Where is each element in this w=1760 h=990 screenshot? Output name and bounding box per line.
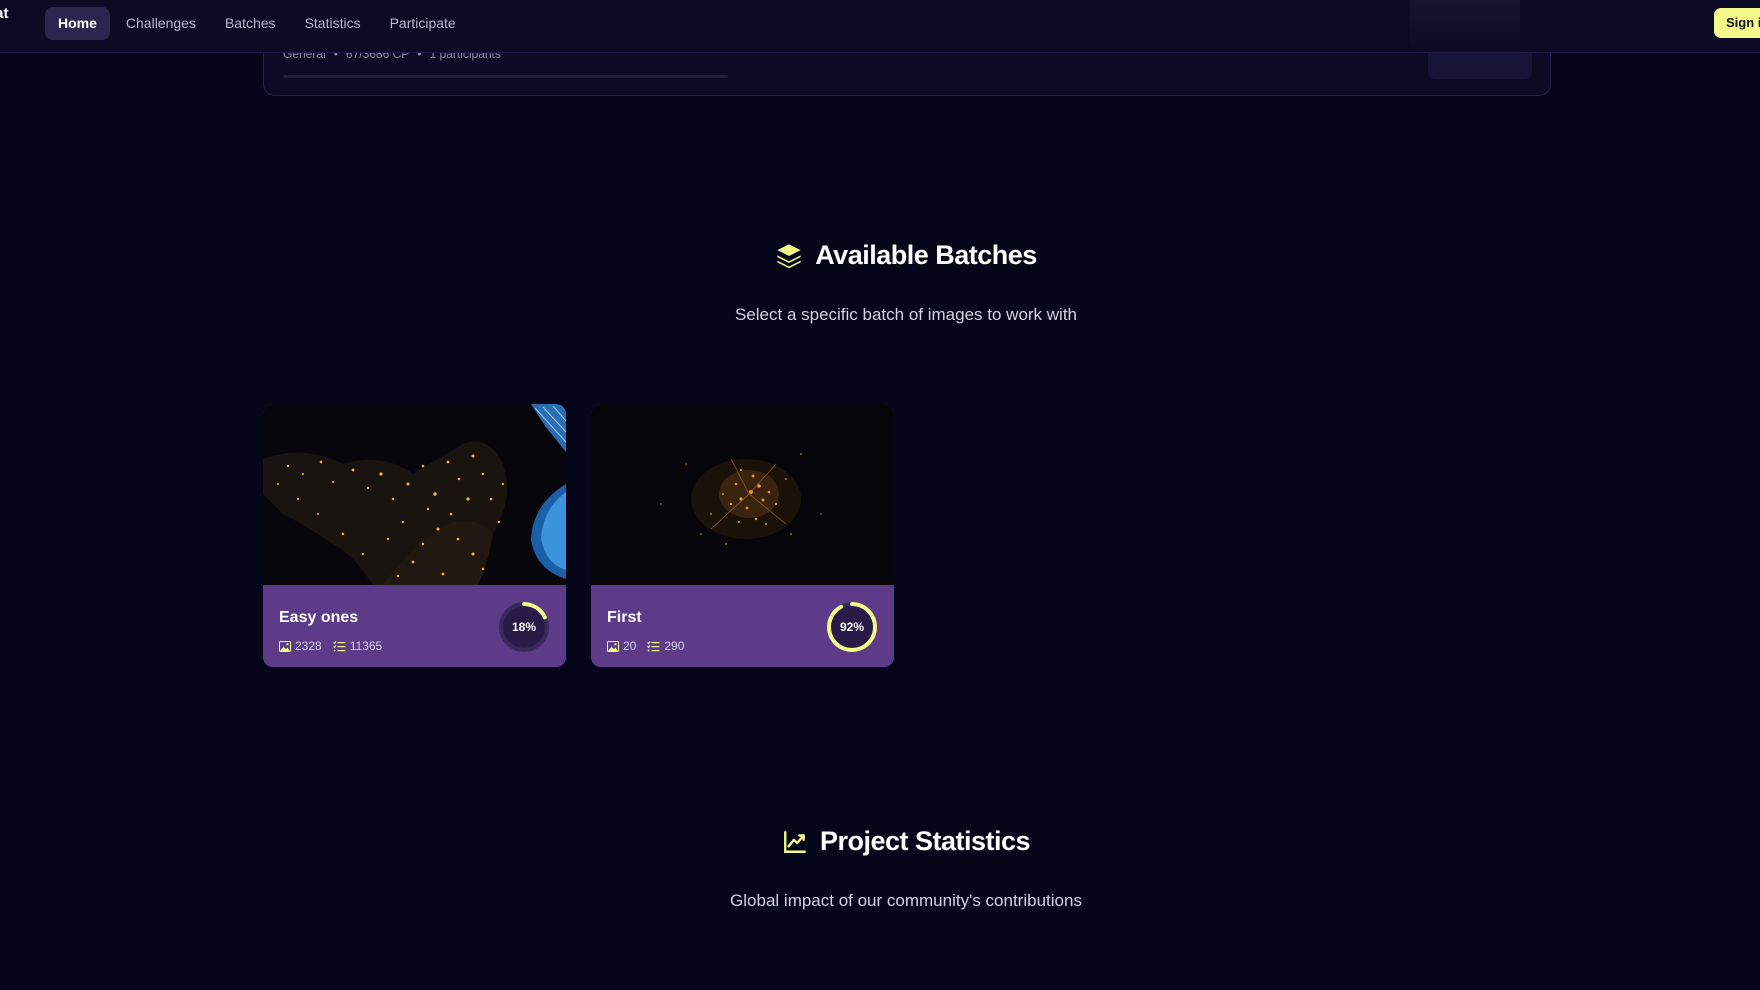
batch-card-first[interactable]: First 20 290 92% (591, 404, 894, 667)
nav-item-participate[interactable]: Participate (377, 7, 469, 40)
chart-line-icon (782, 829, 808, 855)
brand-logo-text[interactable]: t at nt (0, 6, 26, 38)
nav-menu: Home Challenges Batches Statistics Parti… (45, 7, 472, 40)
sign-in-button[interactable]: Sign in (1714, 8, 1760, 38)
nav-item-batches[interactable]: Batches (212, 7, 289, 40)
list-check-icon (332, 640, 346, 651)
batch-info-panel: First 20 290 92% (591, 585, 894, 667)
batch-info-panel: Easy ones 2328 11365 18% (263, 585, 566, 667)
batch-image-count: 2328 (279, 639, 322, 653)
batch-image-count: 20 (607, 639, 636, 653)
stats-title: Project Statistics (819, 826, 1031, 856)
image-count-value: 20 (623, 639, 637, 653)
nav-item-statistics[interactable]: Statistics (292, 7, 374, 40)
image-icon (607, 640, 619, 652)
batch-stats: 20 290 (607, 639, 695, 653)
stats-heading: Project Statistics (0, 826, 1760, 857)
batch-name: Easy ones (279, 609, 359, 626)
batch-task-count: 290 (647, 639, 684, 653)
top-nav: t at nt Home Challenges Batches Statisti… (0, 0, 1760, 53)
batches-title: Available Batches (815, 240, 1037, 270)
batch-stats: 2328 11365 (279, 639, 393, 653)
stats-subtitle: Global impact of our community's contrib… (730, 891, 1082, 910)
image-count-value: 2328 (295, 639, 322, 653)
page: General•67/3686 CP•1 participants t at n… (0, 0, 1760, 990)
progress-ring: 18% (498, 601, 550, 653)
batch-thumbnail-image (591, 404, 894, 585)
progress-ring: 92% (826, 601, 878, 653)
task-count-value: 11365 (349, 639, 383, 653)
task-count-value: 290 (664, 639, 685, 653)
batches-heading: Available Batches (0, 240, 1760, 271)
nav-item-challenges[interactable]: Challenges (113, 7, 209, 40)
brand-line-2: nt (0, 22, 26, 38)
batch-thumbnail-image (263, 404, 566, 585)
progress-percent: 92% (839, 620, 865, 634)
nav-item-home[interactable]: Home (45, 7, 110, 40)
image-icon (279, 640, 291, 652)
batch-card-easy-ones[interactable]: Easy ones 2328 11365 18% (263, 404, 566, 667)
layers-icon (775, 242, 803, 270)
challenge-progress-bar (283, 75, 728, 78)
batch-task-count: 11365 (332, 639, 383, 653)
nav-hover-highlight (1410, 0, 1520, 53)
batches-subtitle: Select a specific batch of images to wor… (734, 305, 1078, 324)
brand-line-1: t at (0, 6, 9, 22)
list-check-icon (647, 640, 660, 651)
progress-percent: 18% (511, 620, 537, 634)
batch-name: First (607, 609, 642, 626)
